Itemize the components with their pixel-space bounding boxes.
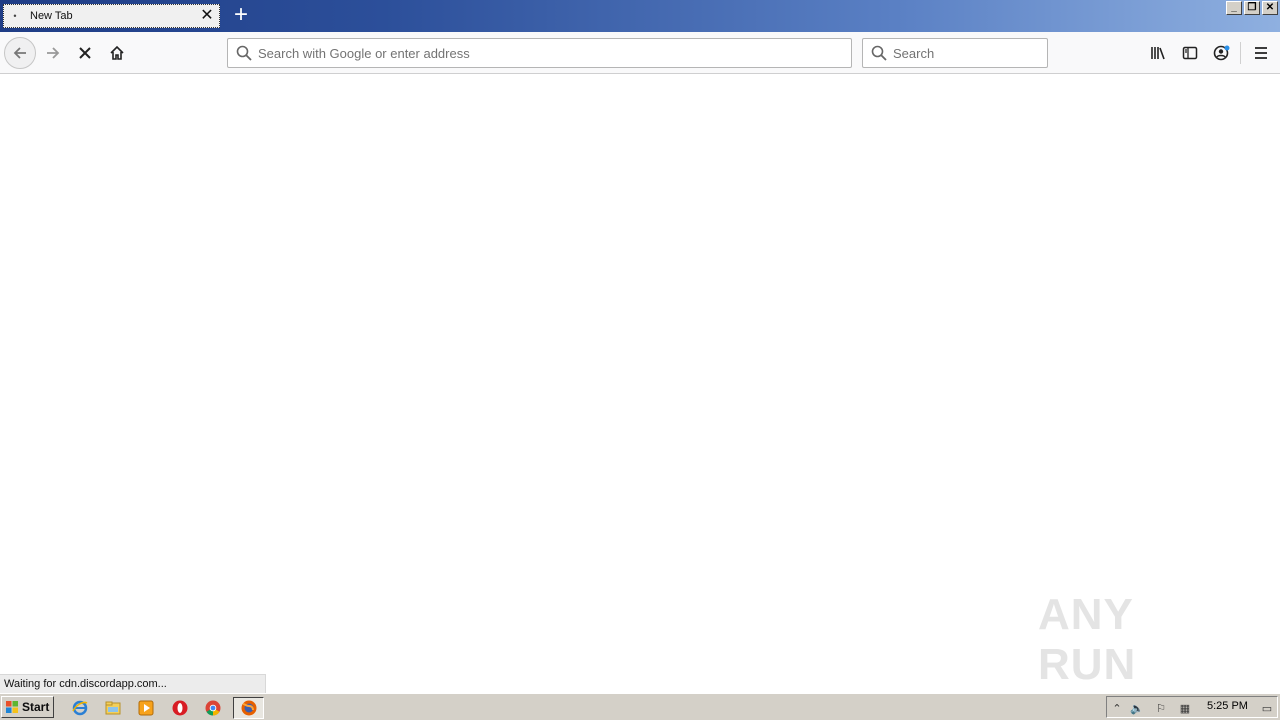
search-placeholder: Search <box>893 45 935 61</box>
system-tray: ⌃ 🔈 ⚐ ▦ 5:25 PM ▭ <box>1106 696 1278 718</box>
minimize-button[interactable]: _ <box>1226 1 1242 15</box>
media-player-icon <box>138 700 154 716</box>
watermark-text: ANY RUN <box>1038 590 1137 689</box>
volume-icon[interactable]: 🔈 <box>1129 700 1145 716</box>
library-icon <box>1151 47 1165 60</box>
sidebar-button[interactable] <box>1174 37 1206 69</box>
account-icon <box>1213 45 1230 61</box>
network-icon[interactable]: ▦ <box>1177 700 1193 716</box>
sidebar-icon <box>1182 46 1198 60</box>
stop-button[interactable] <box>69 37 101 69</box>
taskbar-media-player[interactable] <box>134 697 158 719</box>
taskbar: Start ⌃ 🔈 ⚐ ▦ 5:25 PM ▭ <box>0 693 1280 720</box>
title-bar: • New Tab ✕ + _ ❐ ✕ <box>0 0 1280 32</box>
tray-expand-icon[interactable]: ⌃ <box>1109 700 1125 716</box>
toolbar-separator <box>1240 42 1241 64</box>
window-controls: _ ❐ ✕ <box>1226 1 1278 15</box>
tab-close-button[interactable]: ✕ <box>195 5 219 27</box>
opera-icon <box>172 700 188 716</box>
nav-toolbar: Search with Google or enter address Sear… <box>0 32 1280 74</box>
url-bar[interactable]: Search with Google or enter address <box>227 38 852 68</box>
start-button[interactable]: Start <box>1 696 54 718</box>
taskbar-chrome[interactable] <box>201 697 225 719</box>
status-bar: Waiting for cdn.discordapp.com... <box>0 674 266 693</box>
library-button[interactable] <box>1142 37 1174 69</box>
clock[interactable]: 5:25 PM <box>1207 700 1248 712</box>
taskbar-ie[interactable] <box>68 697 92 719</box>
search-icon <box>236 45 252 61</box>
windows-flag-icon <box>6 701 18 713</box>
firefox-icon <box>241 700 256 716</box>
home-button[interactable] <box>101 37 133 69</box>
hamburger-menu-icon <box>1255 47 1267 59</box>
taskbar-explorer[interactable] <box>101 697 125 719</box>
watermark-logo: ANY RUN <box>1038 590 1238 689</box>
tab-favicon-icon: • <box>13 11 17 21</box>
url-placeholder: Search with Google or enter address <box>258 45 470 61</box>
tab-title: New Tab <box>30 10 73 22</box>
taskbar-opera[interactable] <box>168 697 192 719</box>
back-button[interactable] <box>4 37 36 69</box>
action-center-flag-icon[interactable]: ⚐ <box>1153 700 1169 716</box>
home-icon <box>110 45 124 60</box>
chrome-icon <box>205 700 221 716</box>
back-arrow-icon <box>13 47 26 59</box>
search-icon <box>871 45 887 61</box>
restore-button[interactable]: ❐ <box>1244 1 1260 15</box>
taskbar-firefox[interactable] <box>233 697 264 719</box>
ie-icon <box>72 700 88 716</box>
account-button[interactable] <box>1206 37 1238 69</box>
menu-button[interactable] <box>1245 37 1277 69</box>
start-label: Start <box>22 700 50 714</box>
tab-new-tab[interactable]: • New Tab ✕ <box>3 4 220 28</box>
explorer-icon <box>105 701 121 715</box>
stop-icon <box>79 47 91 59</box>
search-bar[interactable]: Search <box>862 38 1048 68</box>
new-tab-button[interactable]: + <box>230 3 252 28</box>
close-window-button[interactable]: ✕ <box>1262 1 1278 15</box>
show-desktop-icon[interactable]: ▭ <box>1259 700 1275 716</box>
forward-arrow-icon <box>47 47 60 59</box>
forward-button[interactable] <box>37 37 69 69</box>
